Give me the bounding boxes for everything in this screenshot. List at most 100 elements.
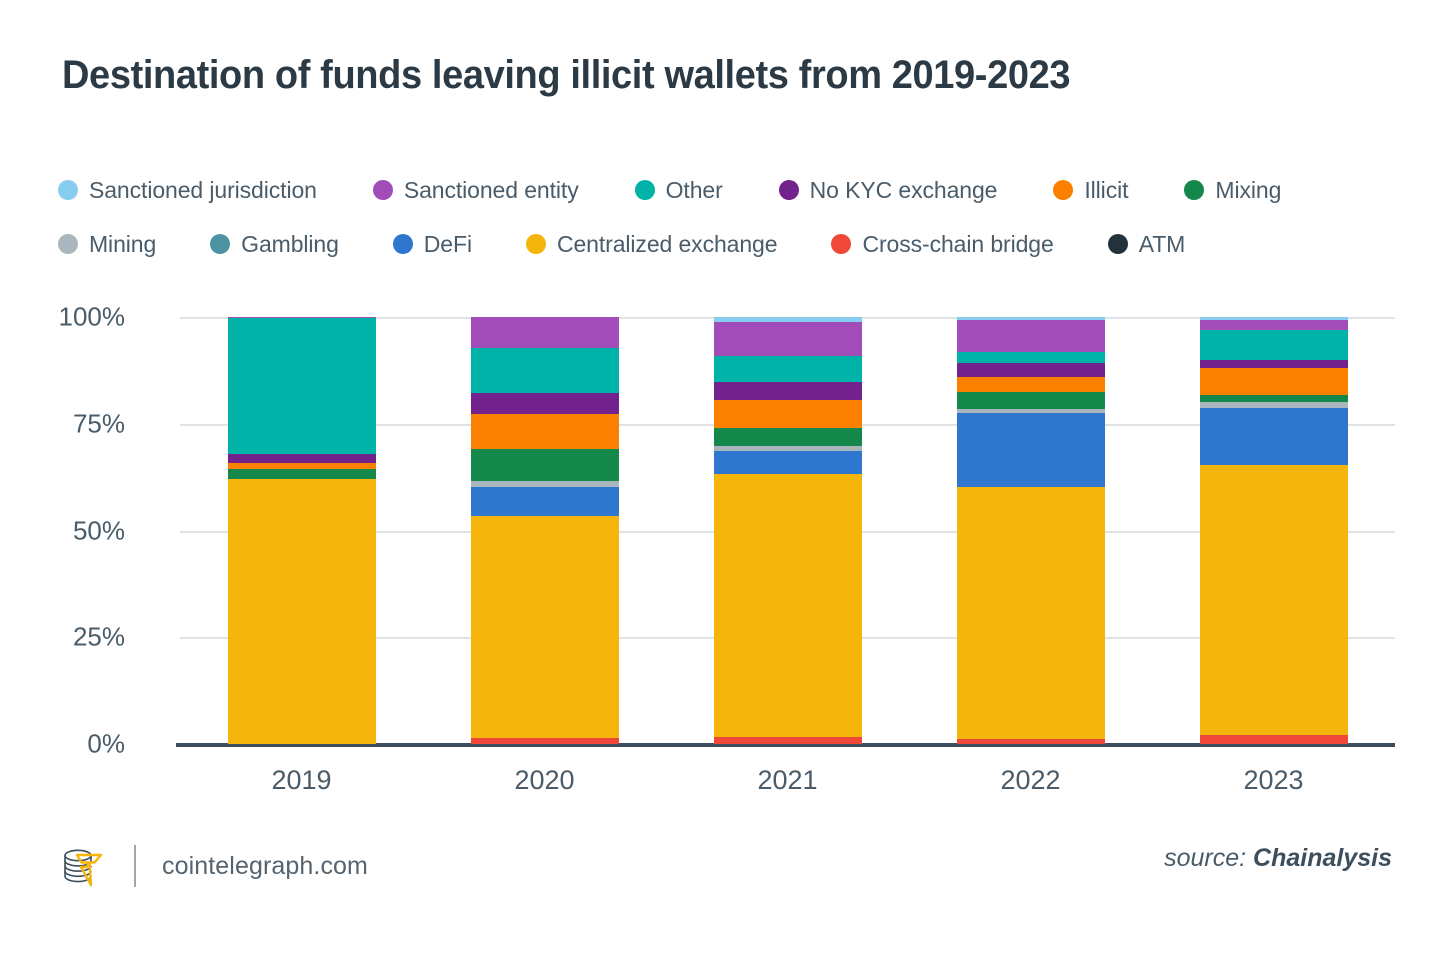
y-axis-tick-label: 0% — [87, 728, 125, 759]
bar-stack-2023[interactable] — [1199, 317, 1348, 744]
y-axis-tick-label: 75% — [72, 408, 125, 439]
legend-swatch-icon — [372, 180, 393, 200]
bar-segment-centralized-exchange[interactable] — [713, 473, 862, 738]
bar-stack-2019[interactable] — [227, 317, 376, 744]
legend-item-mining[interactable]: Mining — [58, 231, 156, 258]
bar-segment-defi[interactable] — [470, 486, 619, 517]
bar-segment-centralized-exchange[interactable] — [956, 486, 1105, 739]
bar-segment-cross-chain-bridge[interactable] — [1199, 734, 1348, 744]
legend-item-sanctioned-jurisdiction[interactable]: Sanctioned jurisdiction — [58, 177, 317, 204]
legend-swatch-icon — [1053, 180, 1074, 200]
legend-swatch-icon — [634, 180, 655, 200]
bar-segment-other[interactable] — [956, 352, 1105, 364]
legend-item-label: Sanctioned jurisdiction — [89, 176, 317, 203]
bar-segment-illicit[interactable] — [470, 413, 619, 450]
legend-swatch-icon — [58, 234, 78, 254]
legend-item-gambling[interactable]: Gambling — [210, 231, 339, 258]
legend-item-illicit[interactable]: Illicit — [1053, 176, 1129, 204]
legend-item-cross-chain-bridge[interactable]: Cross-chain bridge — [831, 230, 1054, 258]
bar-segment-illicit[interactable] — [956, 377, 1105, 393]
bar-segment-other[interactable] — [470, 347, 619, 393]
chart-footer: cointelegraph.com source: Chainalysis — [0, 836, 1450, 926]
bar-stack-2021[interactable] — [713, 317, 862, 744]
footer-divider — [134, 845, 136, 887]
bar-segment-centralized-exchange[interactable] — [470, 516, 619, 738]
legend-item-label: Centralized exchange — [556, 230, 778, 257]
y-axis-tick-label: 50% — [72, 515, 125, 545]
bar-segment-mining[interactable] — [1199, 401, 1348, 409]
bar-segment-other[interactable] — [227, 318, 376, 454]
bar-segment-centralized-exchange[interactable] — [227, 479, 376, 744]
legend-item-defi[interactable]: DeFi — [392, 230, 472, 258]
legend-item-label: ATM — [1138, 230, 1186, 257]
legend-swatch-icon — [831, 234, 852, 254]
source-prefix-label: source: — [1164, 844, 1247, 872]
legend-swatch-icon — [1184, 180, 1205, 200]
legend-swatch-icon — [58, 180, 78, 200]
legend-item-label: No KYC exchange — [809, 176, 998, 203]
bar-segment-mixing[interactable] — [227, 469, 376, 480]
bar-segment-mixing[interactable] — [470, 449, 619, 481]
bar-segment-illicit[interactable] — [713, 400, 862, 429]
footer-brand: cointelegraph.com — [60, 836, 368, 896]
x-axis-tick-label: 2021 — [757, 765, 818, 795]
bar-stack-2022[interactable] — [956, 317, 1105, 744]
y-axis-tick-label: 25% — [72, 621, 125, 652]
bar-segment-other[interactable] — [1199, 329, 1348, 360]
legend-item-label: Cross-chain bridge — [862, 230, 1054, 257]
x-axis-tick-label: 2023 — [1243, 765, 1304, 795]
bar-segment-defi[interactable] — [713, 450, 862, 474]
bar-segment-mixing[interactable] — [1199, 394, 1348, 402]
bar-segment-no-kyc-exchange[interactable] — [956, 363, 1105, 378]
cointelegraph-logo-icon — [60, 843, 106, 889]
legend-item-label: DeFi — [423, 230, 472, 257]
chart-plot-area: 0% 25% 50% 75% 100% 2019 2020 2021 2022 2023 — [59, 302, 1395, 795]
bar-segment-sanctioned-entity[interactable] — [956, 320, 1105, 353]
footer-site-label: cointelegraph.com — [162, 851, 368, 880]
legend-row-1: Sanctioned jurisdiction Sanctioned entity… — [58, 170, 1398, 210]
legend-swatch-icon — [392, 234, 413, 254]
bar-segment-no-kyc-exchange[interactable] — [227, 453, 376, 463]
y-axis-tick-label: 100% — [58, 301, 126, 332]
bar-segment-no-kyc-exchange[interactable] — [470, 392, 619, 414]
legend-item-other[interactable]: Other — [634, 177, 723, 204]
bar-segment-illicit[interactable] — [1199, 367, 1348, 395]
bar-segment-other[interactable] — [713, 356, 862, 383]
bar-segment-no-kyc-exchange[interactable] — [713, 382, 862, 401]
bar-segment-sanctioned-entity[interactable] — [1199, 320, 1348, 330]
legend-item-atm[interactable]: ATM — [1107, 230, 1186, 258]
legend-swatch-icon — [778, 180, 799, 200]
page-title: Destination of funds leaving illicit wal… — [62, 53, 1071, 97]
legend-swatch-icon — [525, 234, 546, 254]
legend-item-mixing[interactable]: Mixing — [1184, 177, 1281, 204]
bar-segment-mixing[interactable] — [956, 392, 1105, 410]
bar-segment-mixing[interactable] — [713, 428, 862, 446]
legend-item-sanctioned-entity[interactable]: Sanctioned entity — [372, 176, 579, 204]
bar-segment-centralized-exchange[interactable] — [1199, 465, 1348, 735]
legend-swatch-icon — [1107, 234, 1128, 254]
x-axis-tick-label: 2020 — [514, 765, 575, 795]
x-axis-tick-label: 2019 — [271, 765, 332, 795]
bar-segment-no-kyc-exchange[interactable] — [1199, 359, 1348, 368]
legend-item-label: Mixing — [1215, 176, 1282, 203]
bar-segment-defi[interactable] — [956, 413, 1105, 487]
bar-segment-sanctioned-entity[interactable] — [470, 317, 619, 348]
legend-row-2: Mining Gambling DeFi Centralized exchange Cr… — [58, 224, 1398, 264]
x-axis-tick-label: 2022 — [1000, 765, 1061, 795]
legend-item-label: Sanctioned entity — [403, 176, 579, 203]
bar-stack-2020[interactable] — [470, 317, 619, 744]
legend-item-label: Illicit — [1084, 176, 1129, 203]
source-name-label: Chainalysis — [1253, 844, 1392, 872]
bar-segment-cross-chain-bridge[interactable] — [956, 738, 1105, 744]
infographic-page: Destination of funds leaving illicit wal… — [0, 0, 1450, 962]
legend-item-label: Mining — [89, 230, 157, 257]
legend-swatch-icon — [210, 234, 231, 254]
legend-item-centralized-exchange[interactable]: Centralized exchange — [525, 230, 778, 258]
bar-segment-illicit[interactable] — [227, 462, 376, 470]
legend-item-no-kyc-exchange[interactable]: No KYC exchange — [778, 176, 998, 204]
bar-segment-sanctioned-entity[interactable] — [713, 322, 862, 357]
bar-segment-defi[interactable] — [1199, 408, 1348, 466]
bar-segment-cross-chain-bridge[interactable] — [470, 737, 619, 744]
bar-segment-cross-chain-bridge[interactable] — [713, 737, 862, 744]
legend-item-label: Gambling — [241, 230, 339, 257]
